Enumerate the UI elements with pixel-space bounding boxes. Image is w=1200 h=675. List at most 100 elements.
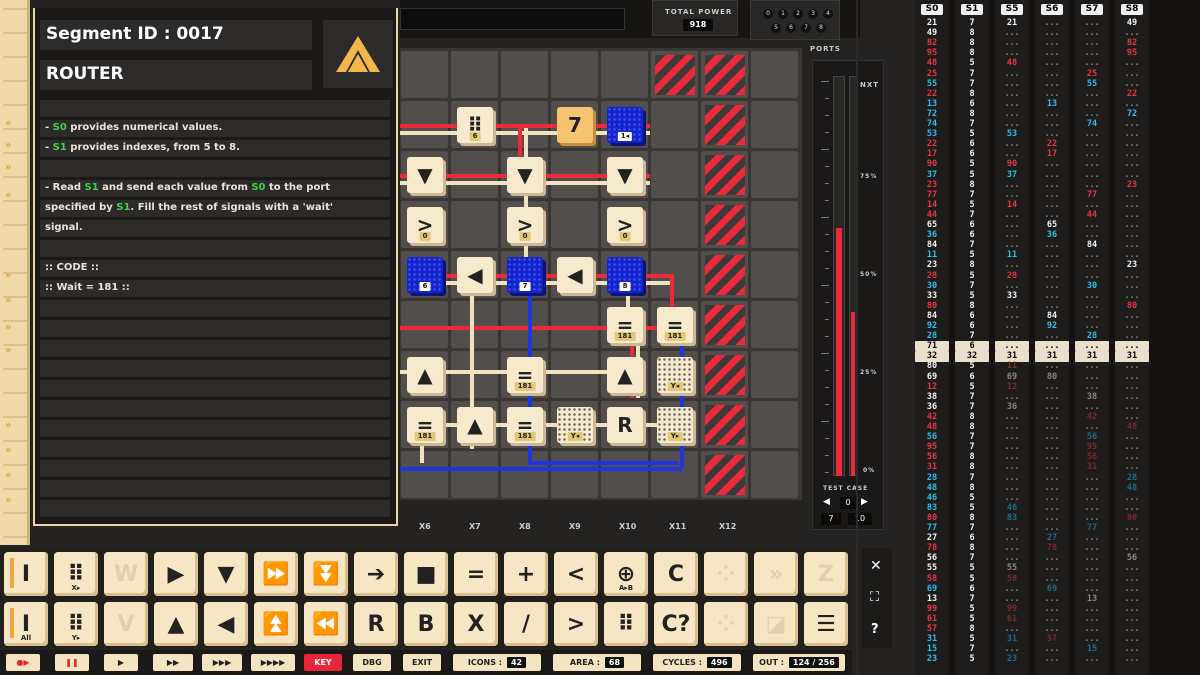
test-case-next-button[interactable]: ▶ — [861, 497, 868, 507]
program-tile[interactable]: Y◂ — [657, 357, 693, 393]
grid-cell[interactable] — [451, 301, 498, 348]
record-button[interactable]: ●▶ — [6, 654, 40, 671]
palette-key[interactable]: ▼ — [204, 552, 248, 596]
grid-cell[interactable] — [751, 301, 798, 348]
palette-key[interactable]: ⠿ X▸ — [54, 552, 98, 596]
program-tile[interactable]: 7 — [557, 107, 593, 143]
palette-key[interactable]: V — [104, 602, 148, 646]
palette-key[interactable]: ⊕ A▸B — [604, 552, 648, 596]
program-tile[interactable]: ▼ — [507, 157, 543, 193]
exit-button[interactable]: EXIT — [403, 654, 441, 671]
program-tile[interactable]: >0 — [507, 207, 543, 243]
program-tile[interactable]: Y▸ — [657, 407, 693, 443]
grid-cell[interactable] — [751, 251, 798, 298]
grid-cell[interactable] — [751, 351, 798, 398]
grid-cell[interactable] — [401, 451, 448, 498]
palette-key[interactable]: I All — [4, 602, 48, 646]
palette-key[interactable]: ⠿ — [604, 602, 648, 646]
program-tile[interactable]: = 181 — [607, 307, 643, 343]
palette-key[interactable]: ■ — [404, 552, 448, 596]
palette-key[interactable]: ➔ — [354, 552, 398, 596]
program-tile[interactable]: ◀ — [557, 257, 593, 293]
program-tile[interactable]: ▲ — [407, 357, 443, 393]
grid-cell[interactable] — [451, 351, 498, 398]
palette-key[interactable]: ⏪ — [304, 602, 348, 646]
fast-button[interactable]: ▶▶ — [153, 654, 193, 671]
palette-key[interactable]: ⁘ — [704, 602, 748, 646]
pause-button[interactable]: ❚❚ — [55, 654, 89, 671]
key-button[interactable]: KEY — [304, 654, 342, 671]
program-grid[interactable]: ⠿ 6 7 1◂ ▼ ▼ ▼ >0 >0 >0 6 ◀ 7 ◀ 8 = 181 = 181 ▲ = 181 ▲ Y◂ = 181 ▲… — [400, 48, 802, 500]
grid-cell[interactable] — [651, 201, 698, 248]
program-tile[interactable]: ▲ — [457, 407, 493, 443]
palette-key[interactable]: < — [554, 552, 598, 596]
grid-cell[interactable] — [651, 151, 698, 198]
grid-cell[interactable] — [551, 351, 598, 398]
program-tile[interactable]: = 181 — [507, 407, 543, 443]
palette-key[interactable]: X — [454, 602, 498, 646]
grid-cell[interactable] — [501, 451, 548, 498]
palette-key[interactable]: W — [104, 552, 148, 596]
program-tile[interactable]: ⠿ 6 — [457, 107, 493, 143]
grid-cell[interactable] — [401, 301, 448, 348]
palette-key[interactable]: C — [654, 552, 698, 596]
program-tile[interactable]: ▲ — [607, 357, 643, 393]
close-icon[interactable]: ✕ — [870, 558, 882, 574]
program-tile[interactable]: 7 — [507, 257, 543, 293]
program-tile[interactable]: R — [607, 407, 643, 443]
palette-key[interactable]: ⁘ — [704, 552, 748, 596]
grid-cell[interactable] — [601, 451, 648, 498]
program-tile[interactable]: >0 — [407, 207, 443, 243]
palette-key[interactable]: C? — [654, 602, 698, 646]
grid-cell[interactable] — [751, 201, 798, 248]
grid-cell[interactable] — [751, 101, 798, 148]
faster-button[interactable]: ▶▶▶ — [202, 654, 242, 671]
test-case-prev-button[interactable]: ◀ — [823, 497, 830, 507]
palette-key[interactable]: ⠿ Y▸ — [54, 602, 98, 646]
program-tile[interactable]: 1◂ — [607, 107, 643, 143]
program-tile[interactable]: Y◂ — [557, 407, 593, 443]
palette-key[interactable]: / — [504, 602, 548, 646]
program-tile[interactable]: ◀ — [457, 257, 493, 293]
palette-key[interactable]: ⏬ — [304, 552, 348, 596]
grid-cell[interactable] — [751, 451, 798, 498]
grid-cell[interactable] — [551, 51, 598, 98]
grid-cell[interactable] — [651, 101, 698, 148]
program-tile[interactable]: >0 — [607, 207, 643, 243]
palette-key[interactable]: ⏩ — [254, 552, 298, 596]
grid-cell[interactable] — [551, 301, 598, 348]
grid-cell[interactable] — [501, 301, 548, 348]
palette-key[interactable]: ◪ — [754, 602, 798, 646]
palette-key[interactable]: B — [404, 602, 448, 646]
palette-key[interactable]: » — [754, 552, 798, 596]
grid-cell[interactable] — [501, 51, 548, 98]
palette-key[interactable]: ☰ — [804, 602, 848, 646]
fullscreen-icon[interactable]: ⛶ — [870, 590, 879, 605]
program-tile[interactable]: = 181 — [507, 357, 543, 393]
grid-cell[interactable] — [551, 451, 598, 498]
palette-key[interactable]: + — [504, 552, 548, 596]
grid-cell[interactable] — [751, 51, 798, 98]
palette-key[interactable]: R — [354, 602, 398, 646]
program-tile[interactable]: ▼ — [407, 157, 443, 193]
grid-cell[interactable] — [651, 451, 698, 498]
program-tile[interactable]: ▼ — [607, 157, 643, 193]
grid-cell[interactable] — [451, 51, 498, 98]
debug-button[interactable]: DBG — [353, 654, 391, 671]
program-tile[interactable]: = 181 — [657, 307, 693, 343]
palette-key[interactable]: ▲ — [154, 602, 198, 646]
palette-key[interactable]: ⏫ — [254, 602, 298, 646]
palette-key[interactable]: ▶ — [154, 552, 198, 596]
grid-cell[interactable] — [451, 201, 498, 248]
palette-key[interactable]: I — [4, 552, 48, 596]
palette-key[interactable]: Z — [804, 552, 848, 596]
grid-cell[interactable] — [751, 401, 798, 448]
play-button[interactable]: ▶ — [104, 654, 138, 671]
grid-cell[interactable] — [451, 451, 498, 498]
program-tile[interactable]: 8 — [607, 257, 643, 293]
grid-cell[interactable] — [401, 51, 448, 98]
palette-key[interactable]: > — [554, 602, 598, 646]
program-tile[interactable]: = 181 — [407, 407, 443, 443]
grid-cell[interactable] — [551, 201, 598, 248]
fastest-button[interactable]: ▶▶▶▶ — [251, 654, 295, 671]
